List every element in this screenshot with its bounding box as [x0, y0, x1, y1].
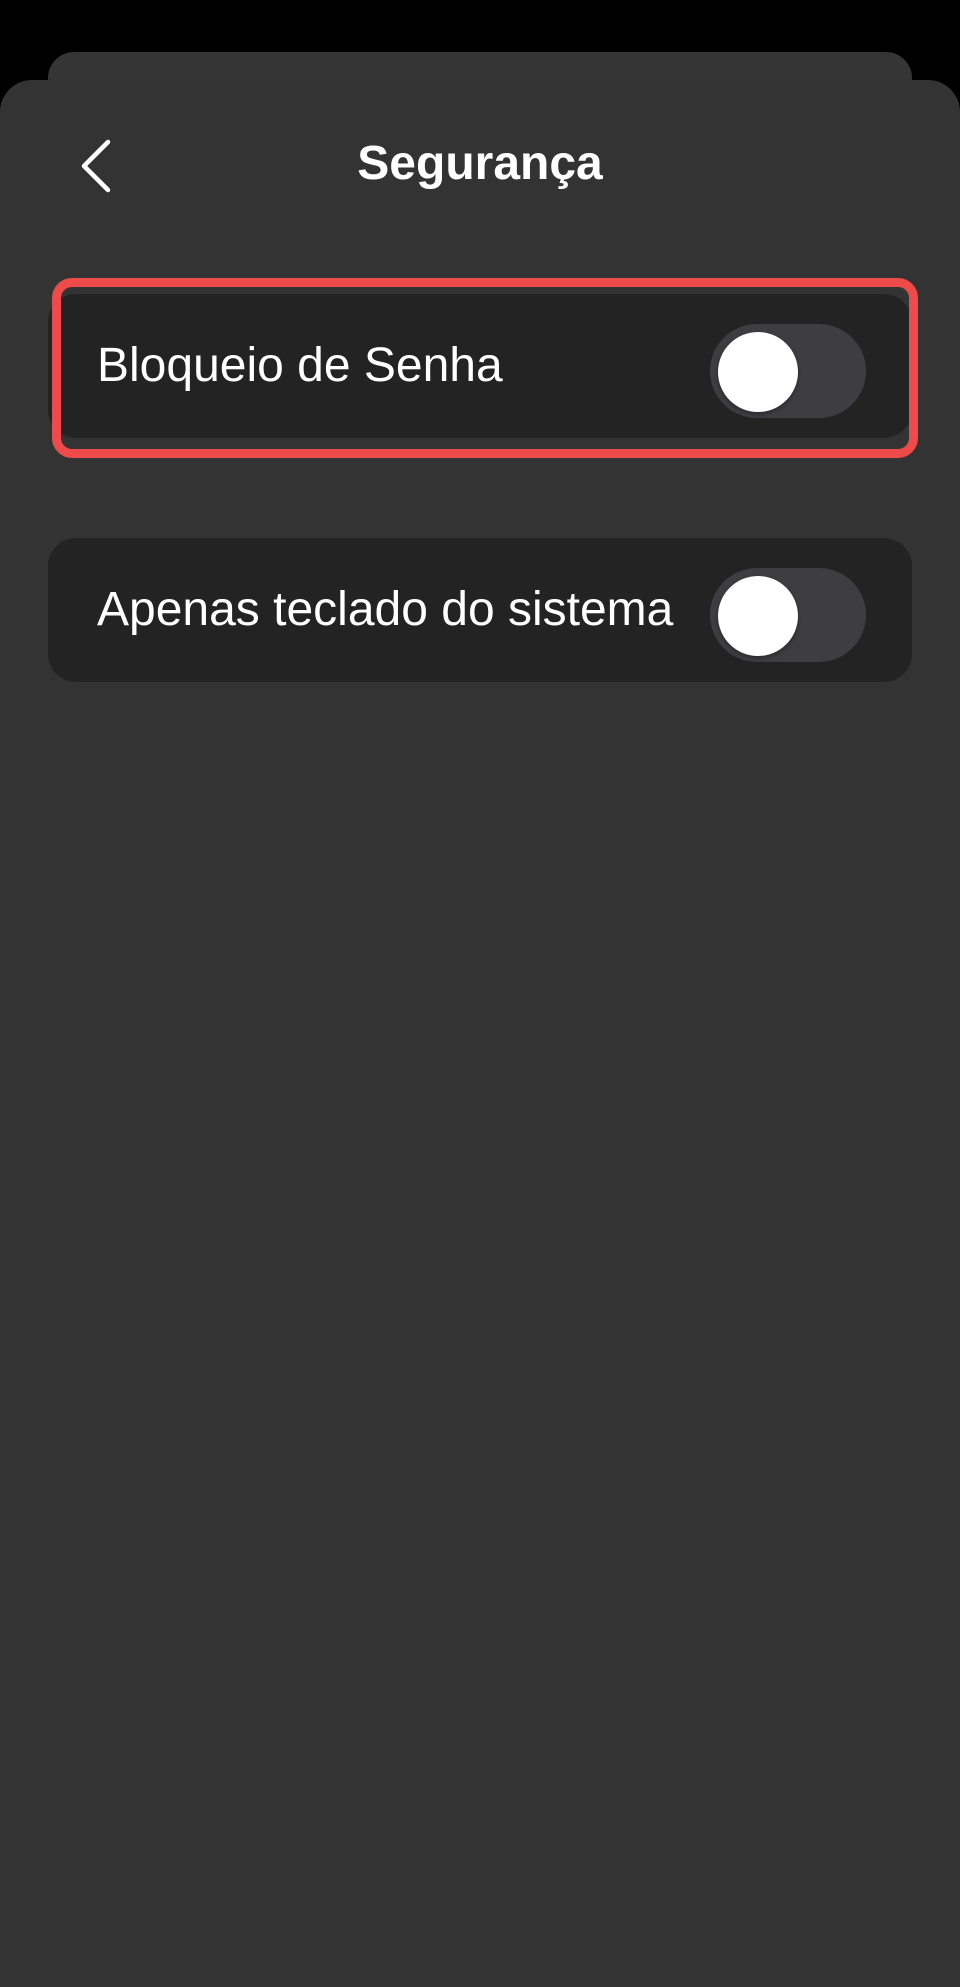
page-title: Segurança: [357, 137, 603, 190]
setting-row-password-lock: Bloqueio de Senha: [48, 294, 912, 438]
toggle-knob: [718, 576, 798, 656]
setting-label-system-keyboard: Apenas teclado do sistema: [97, 583, 674, 636]
toggle-knob: [718, 332, 798, 412]
system-keyboard-toggle[interactable]: [710, 568, 866, 662]
setting-row-system-keyboard: Apenas teclado do sistema: [48, 538, 912, 682]
setting-label-password-lock: Bloqueio de Senha: [97, 339, 503, 392]
password-lock-toggle[interactable]: [710, 324, 866, 418]
